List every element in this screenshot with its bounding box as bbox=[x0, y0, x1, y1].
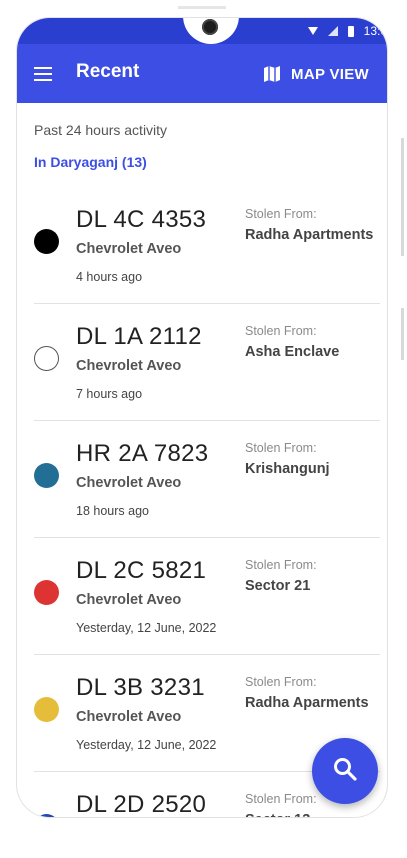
location-header[interactable]: In Daryaganj (13) bbox=[34, 154, 147, 170]
list-item[interactable]: DL 1A 2112 Chevrolet Aveo 7 hours ago Stole… bbox=[34, 304, 380, 421]
plate-number: HR 2A 7823 bbox=[76, 440, 209, 467]
side-button-mark bbox=[401, 138, 404, 256]
time-ago: 7 hours ago bbox=[76, 387, 143, 401]
signal-icon bbox=[327, 26, 338, 36]
plate-number: DL 2D 2520 bbox=[76, 791, 207, 817]
menu-icon[interactable] bbox=[34, 67, 52, 81]
plate-number: DL 3B 3231 bbox=[76, 674, 205, 701]
app-bar: Recent MAP VIEW bbox=[17, 44, 387, 103]
list-item[interactable]: DL 4C 4353 Chevrolet Aveo 4 hours ago Stole… bbox=[34, 187, 380, 304]
battery-icon bbox=[347, 25, 354, 37]
side-button-mark bbox=[401, 308, 404, 360]
vehicle-list: DL 4C 4353 Chevrolet Aveo 4 hours ago Stole… bbox=[34, 187, 380, 817]
status-dot bbox=[34, 463, 59, 488]
stolen-from-label: Stolen From: bbox=[245, 207, 317, 221]
status-dot bbox=[34, 814, 59, 817]
plate-number: DL 2C 5821 bbox=[76, 557, 207, 584]
status-bar: 13:0 bbox=[17, 18, 387, 44]
status-dot bbox=[34, 229, 59, 254]
vehicle-model: Chevrolet Aveo bbox=[76, 241, 182, 257]
time-ago: Yesterday, 12 June, 2022 bbox=[76, 621, 217, 635]
map-view-button[interactable]: MAP VIEW bbox=[263, 61, 369, 87]
stolen-from-label: Stolen From: bbox=[245, 558, 317, 572]
stolen-from-place: Sector 13 bbox=[245, 812, 310, 817]
vehicle-model: Chevrolet Aveo bbox=[76, 358, 182, 374]
stolen-from-label: Stolen From: bbox=[245, 675, 317, 689]
top-decoration bbox=[178, 6, 226, 9]
plate-number: DL 4C 4353 bbox=[76, 206, 207, 233]
stolen-from-place: Radha Apartments bbox=[245, 227, 374, 243]
phone-screen: 13:0 Recent MAP VIEW Past 24 hours activ… bbox=[16, 17, 388, 818]
status-time: 13:0 bbox=[363, 24, 387, 38]
list-item[interactable]: HR 2A 7823 Chevrolet Aveo 18 hours ago Stol… bbox=[34, 421, 380, 538]
search-button[interactable] bbox=[312, 738, 378, 804]
stolen-from-place: Sector 21 bbox=[245, 578, 311, 594]
time-ago: 18 hours ago bbox=[76, 504, 149, 518]
search-icon bbox=[332, 756, 358, 787]
vehicle-model: Chevrolet Aveo bbox=[76, 592, 182, 608]
stolen-from-label: Stolen From: bbox=[245, 792, 317, 806]
vehicle-model: Chevrolet Aveo bbox=[76, 475, 182, 491]
stolen-from-place: Radha Aparments bbox=[245, 695, 369, 711]
camera-notch bbox=[183, 18, 239, 44]
camera-icon bbox=[202, 19, 218, 35]
stolen-from-place: Krishangunj bbox=[245, 461, 330, 477]
page-title: Recent bbox=[76, 61, 140, 82]
status-dot bbox=[34, 697, 59, 722]
stolen-from-label: Stolen From: bbox=[245, 324, 317, 338]
stolen-from-place: Asha Enclave bbox=[245, 344, 340, 360]
vehicle-model: Chevrolet Aveo bbox=[76, 709, 182, 725]
map-icon bbox=[263, 65, 281, 83]
plate-number: DL 1A 2112 bbox=[76, 323, 202, 350]
status-dot bbox=[34, 346, 59, 371]
status-dot bbox=[34, 580, 59, 605]
stolen-from-label: Stolen From: bbox=[245, 441, 317, 455]
map-view-label: MAP VIEW bbox=[291, 65, 369, 83]
time-ago: Yesterday, 12 June, 2022 bbox=[76, 738, 217, 752]
status-icons: 13:0 bbox=[307, 24, 387, 38]
time-ago: 4 hours ago bbox=[76, 270, 143, 284]
recent-list-content: Past 24 hours activity In Daryaganj (13)… bbox=[17, 103, 387, 817]
list-item[interactable]: DL 2C 5821 Chevrolet Aveo Yesterday, 12 Ju… bbox=[34, 538, 380, 655]
activity-label: Past 24 hours activity bbox=[34, 122, 168, 138]
wifi-icon bbox=[307, 27, 318, 35]
